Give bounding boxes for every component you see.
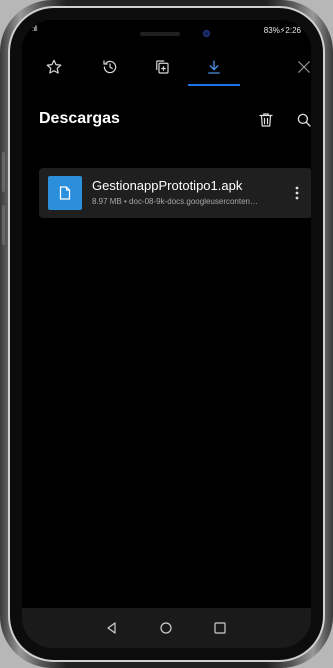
screen: :ıll 83%⚡2:26 Descargas GestionappProtot… [22,20,311,648]
page-header: Descargas [22,102,311,138]
front-camera [203,30,210,37]
active-tab-indicator [188,84,240,86]
toolbar [22,48,311,88]
bookmarks-button[interactable] [34,48,74,86]
search-button[interactable] [290,106,311,134]
tabs-icon [156,60,169,74]
power-button [2,205,5,245]
history-icon [103,60,117,74]
file-icon-tile [48,176,82,210]
home-icon [160,622,172,634]
recents-icon [214,622,226,634]
trash-icon [259,113,273,127]
status-right: 83%⚡2:26 [263,26,301,35]
downloads-tab-button[interactable] [194,48,234,86]
history-button[interactable] [90,48,130,86]
close-button[interactable] [284,48,311,86]
recents-button[interactable] [207,616,233,640]
back-button[interactable] [99,616,125,640]
earpiece [140,32,180,36]
system-nav-bar [22,608,311,648]
back-icon [107,622,116,634]
tabs-button[interactable] [142,48,182,86]
signal-indicator: :ıll [32,26,38,33]
home-button[interactable] [153,616,179,640]
search-icon [297,113,311,127]
close-icon [298,61,310,73]
file-icon [59,186,71,200]
delete-button[interactable] [252,106,280,134]
star-outline-icon [46,59,62,74]
file-name: GestionappPrototipo1.apk [92,178,243,193]
page-title: Descargas [39,110,120,127]
more-vert-icon [295,186,299,200]
status-bar: :ıll 83%⚡2:26 [22,20,311,42]
volume-button [2,152,5,192]
download-item[interactable]: GestionappPrototipo1.apk 8.97 MB • doc-0… [39,168,311,218]
download-icon [208,60,220,74]
file-meta: 8.97 MB • doc-08-9k-docs.googleuserconte… [92,197,260,206]
more-options-button[interactable] [288,181,306,205]
